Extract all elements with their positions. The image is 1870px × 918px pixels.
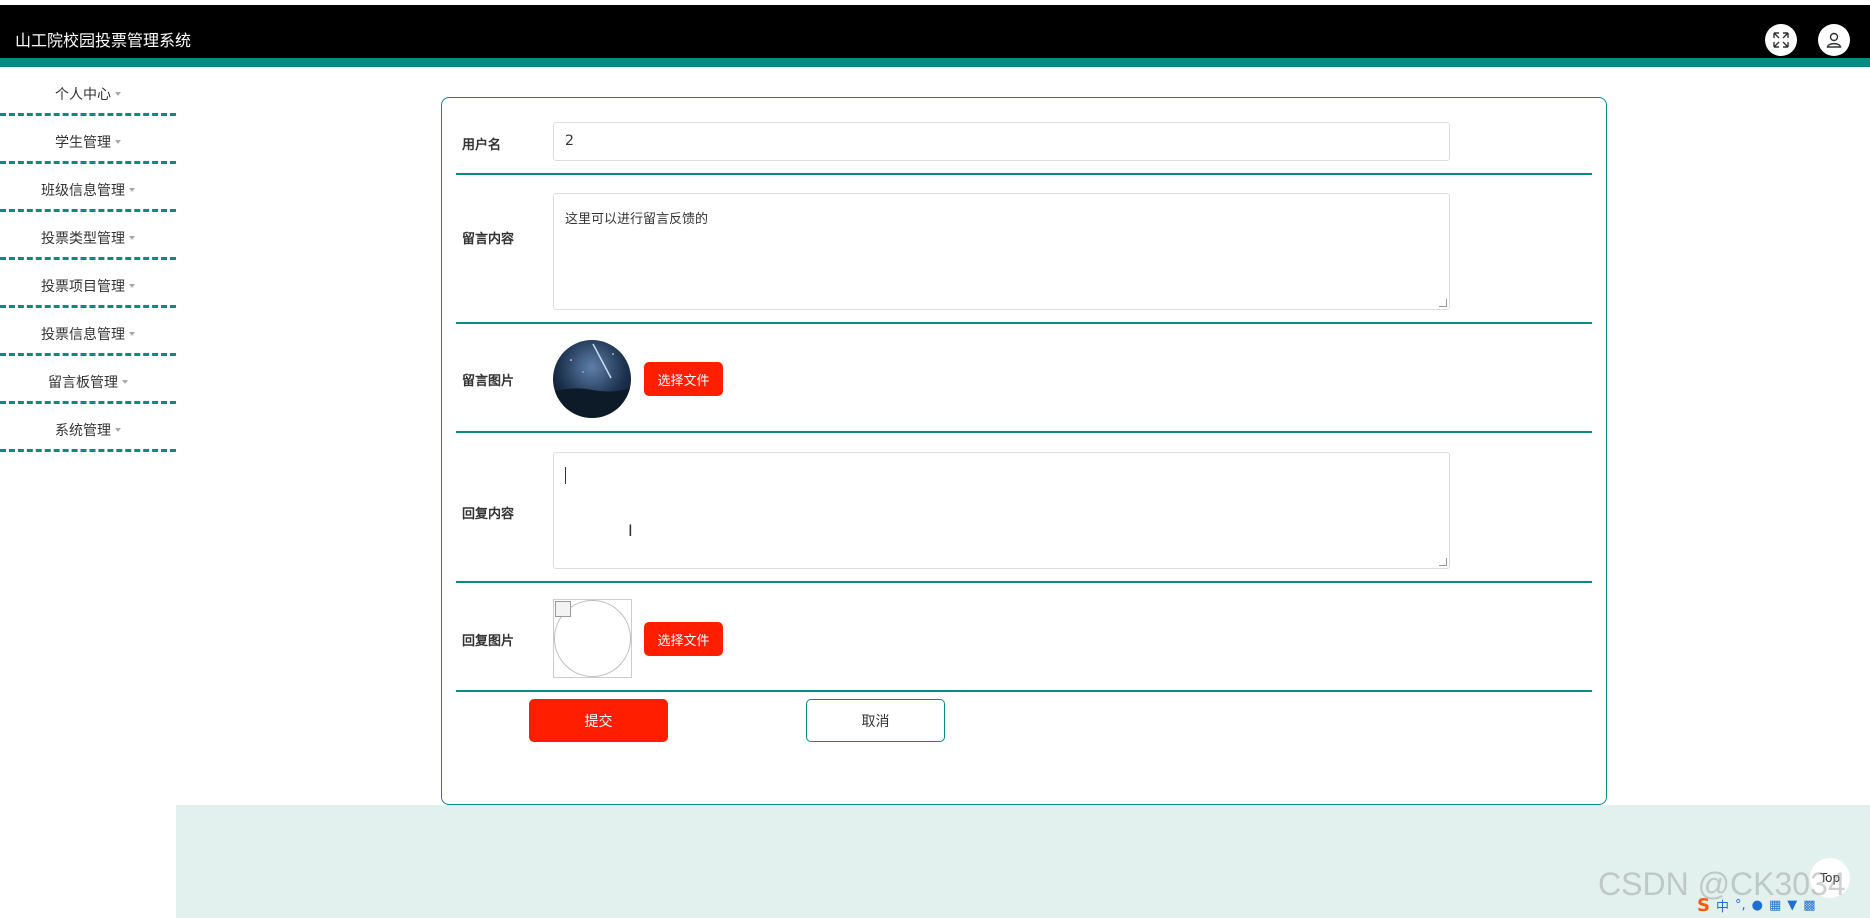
ime-language[interactable]: 中	[1716, 896, 1729, 915]
reply-content-textarea[interactable]	[553, 452, 1450, 569]
app-title: 山工院校园投票管理系统	[15, 31, 192, 50]
caret-down-icon	[115, 91, 121, 96]
sidebar-item-label: 系统管理	[55, 422, 111, 439]
caret-down-icon	[115, 139, 121, 144]
user-menu-button[interactable]	[1818, 24, 1850, 56]
caret-down-icon	[122, 379, 128, 384]
sidebar-item-label: 留言板管理	[48, 374, 118, 391]
top-header: 山工院校园投票管理系统	[0, 0, 1870, 58]
night-sky-image	[553, 340, 631, 418]
sidebar-item-personal-center[interactable]: 个人中心	[0, 68, 176, 116]
grid-menu-icon[interactable]: ▩	[1803, 898, 1815, 913]
resize-grip-icon[interactable]	[1439, 299, 1447, 307]
username-row: 用户名 2	[456, 122, 1592, 175]
header-accent-stripe	[0, 58, 1870, 67]
sidebar-item-message-board[interactable]: 留言板管理	[0, 356, 176, 404]
caret-down-icon	[129, 331, 135, 336]
sidebar-item-label: 班级信息管理	[41, 182, 125, 199]
message-image-row: 留言图片 选择文件	[456, 326, 1592, 433]
submit-button[interactable]: 提交	[529, 699, 668, 742]
resize-grip-icon[interactable]	[1439, 558, 1447, 566]
reply-image-placeholder	[553, 599, 632, 678]
cancel-button[interactable]: 取消	[806, 699, 945, 742]
message-image-thumbnail	[553, 340, 631, 418]
keyboard-icon[interactable]: ▦	[1769, 898, 1781, 913]
sidebar-item-label: 投票信息管理	[41, 326, 125, 343]
fullscreen-button[interactable]	[1765, 24, 1797, 56]
reply-image-label: 回复图片	[462, 634, 515, 649]
message-content-text: 这里可以进行留言反馈的	[565, 212, 709, 227]
message-edit-form: 用户名 2 留言内容 这里可以进行留言反馈的 留言图片 选择文件 回复内容 回复…	[441, 97, 1607, 805]
sidebar-item-label: 学生管理	[55, 134, 111, 151]
caret-down-icon	[129, 187, 135, 192]
message-content-textarea[interactable]: 这里可以进行留言反馈的	[553, 193, 1450, 310]
sidebar-item-system[interactable]: 系统管理	[0, 404, 176, 452]
caret-down-icon	[129, 283, 135, 288]
sogou-logo-icon: S	[1697, 894, 1710, 916]
sidebar-item-label: 个人中心	[55, 86, 111, 103]
sidebar-item-label: 投票项目管理	[41, 278, 125, 295]
sidebar-item-vote-project[interactable]: 投票项目管理	[0, 260, 176, 308]
sidebar-item-student-management[interactable]: 学生管理	[0, 116, 176, 164]
reply-image-row: 回复图片 选择文件	[456, 585, 1592, 692]
reply-image-choose-button[interactable]: 选择文件	[644, 622, 723, 656]
user-icon	[1826, 32, 1842, 48]
sidebar-item-class-info[interactable]: 班级信息管理	[0, 164, 176, 212]
mouse-ibeam-cursor-icon: I	[628, 521, 633, 540]
broken-image-icon	[555, 601, 571, 617]
sidebar-item-label: 投票类型管理	[41, 230, 125, 247]
username-label: 用户名	[462, 138, 502, 153]
message-image-choose-button[interactable]: 选择文件	[644, 362, 723, 396]
reply-content-row: 回复内容	[456, 435, 1592, 583]
message-content-label: 留言内容	[462, 232, 515, 247]
username-input[interactable]: 2	[553, 122, 1450, 161]
ime-toolbar: S 中 °, ● ▦ ▼ ▩	[1697, 894, 1862, 916]
caret-down-icon	[115, 427, 121, 432]
message-image-label: 留言图片	[462, 374, 515, 389]
punctuation-icon[interactable]: °,	[1735, 898, 1746, 913]
expand-icon	[1773, 32, 1789, 48]
message-content-row: 留言内容 这里可以进行留言反馈的	[456, 177, 1592, 324]
sidebar-menu: 个人中心 学生管理 班级信息管理 投票类型管理 投票项目管理 投票信息管理 留言…	[0, 68, 176, 452]
skin-icon[interactable]: ▼	[1787, 898, 1797, 913]
sidebar-item-vote-info[interactable]: 投票信息管理	[0, 308, 176, 356]
reply-content-label: 回复内容	[462, 507, 515, 522]
text-caret	[565, 467, 566, 484]
sidebar-item-vote-type[interactable]: 投票类型管理	[0, 212, 176, 260]
microphone-icon[interactable]: ●	[1752, 898, 1763, 913]
caret-down-icon	[129, 235, 135, 240]
